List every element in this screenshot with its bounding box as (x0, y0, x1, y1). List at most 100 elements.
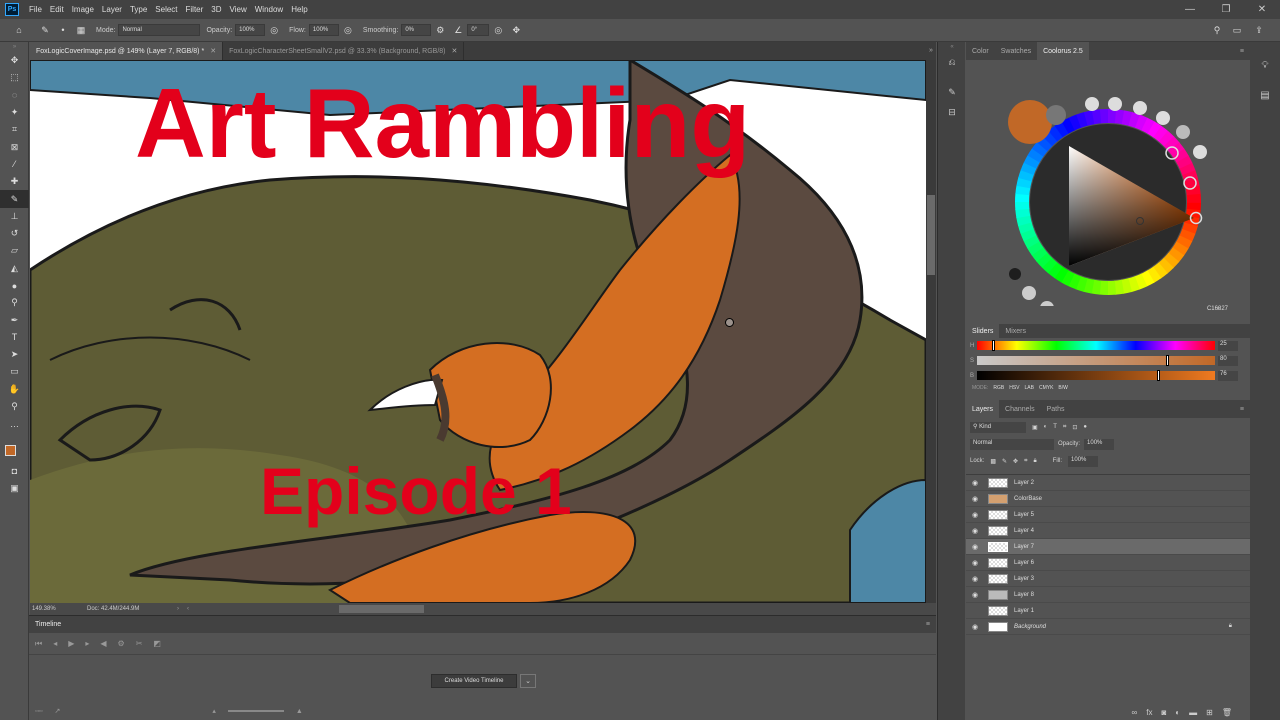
shape-filter-icon[interactable]: ⌗ (1063, 424, 1066, 431)
zoom-in-icon[interactable]: ▲ (296, 708, 303, 715)
saturation-slider[interactable] (977, 355, 1215, 366)
eye-icon[interactable]: ◉ (966, 479, 984, 487)
pressure-opacity-icon[interactable]: ◎ (267, 23, 281, 37)
lock-icon[interactable]: 🔒︎ (1229, 623, 1232, 630)
adjustment-layer-icon[interactable]: ◐ (1175, 708, 1180, 717)
convert-frames-icon[interactable]: ▫▫▫ (35, 708, 42, 715)
zoom-out-icon[interactable]: ▴ (212, 707, 216, 715)
mode-lab[interactable]: LAB (1025, 385, 1034, 391)
document-canvas[interactable]: Art Rambling Episode 1 (30, 60, 926, 603)
brush-settings-icon[interactable]: ▦ (74, 23, 88, 37)
workspace-icon[interactable]: ▭ (1230, 23, 1244, 37)
history-brush-tool-icon[interactable]: ↺ (0, 225, 29, 242)
first-frame-icon[interactable]: ⏮ (35, 639, 42, 649)
layer-row[interactable]: ◉ Background 🔒︎ (966, 619, 1250, 635)
clone-stamp-tool-icon[interactable]: ⊥ (0, 208, 29, 225)
layer-name[interactable]: Layer 8 (1014, 592, 1034, 598)
hue-value[interactable]: 25 (1218, 340, 1238, 351)
filter-toggle-icon[interactable]: ● (1083, 424, 1087, 430)
lock-pixels-icon[interactable]: ✎ (1002, 458, 1007, 465)
brush-tool-icon[interactable]: ✎ (0, 190, 29, 208)
frame-tool-icon[interactable]: ⊠ (0, 138, 29, 155)
split-icon[interactable]: ✂ (136, 639, 143, 648)
tab-layers[interactable]: Layers (966, 400, 1000, 418)
tab-coolorus[interactable]: Coolorus 2.5 (1037, 42, 1089, 60)
eye-icon[interactable]: ◉ (966, 559, 984, 567)
tab-timeline[interactable]: Timeline (35, 621, 61, 628)
eyedropper-icon[interactable]: ● (1216, 306, 1220, 312)
horizontal-scroll-thumb[interactable] (339, 605, 424, 613)
tab-swatches[interactable]: Swatches (995, 42, 1037, 60)
menu-image[interactable]: Image (68, 5, 98, 14)
search-icon[interactable]: ⚲ (1210, 23, 1224, 37)
eyedropper-tool-icon[interactable]: ⁄ (0, 156, 29, 173)
layer-row[interactable]: ◉ Layer 5 (966, 507, 1250, 523)
opacity-field[interactable]: 100% (235, 24, 266, 36)
tab-channels[interactable]: Channels (999, 400, 1041, 418)
eye-icon[interactable]: ◉ (966, 591, 984, 599)
flow-field[interactable]: 100% (308, 24, 339, 36)
paint-bucket-tool-icon[interactable]: ◭ (0, 260, 29, 277)
eye-icon[interactable]: ◉ (966, 623, 984, 631)
learn-icon[interactable]: 💡︎ (1250, 50, 1280, 80)
adjustments-icon[interactable]: ⊟ (938, 102, 966, 122)
mode-rgb[interactable]: RGB (993, 385, 1004, 391)
lock-artboard-icon[interactable]: ⌗ (1024, 458, 1027, 465)
tab-overflow-icon[interactable]: » (926, 42, 936, 60)
layer-name[interactable]: Layer 2 (1014, 480, 1034, 486)
eye-icon[interactable]: ◉ (966, 543, 984, 551)
menu-window[interactable]: Window (251, 5, 287, 14)
audio-icon[interactable]: ◀ (100, 639, 106, 648)
settings-icon[interactable]: ⚙ (118, 639, 125, 648)
rectangle-tool-icon[interactable]: ▭ (0, 363, 29, 380)
menu-type[interactable]: Type (126, 5, 151, 14)
angle-field[interactable]: 0° (467, 24, 490, 36)
layer-row[interactable]: ◉ Layer 4 (966, 523, 1250, 539)
history-icon[interactable]: ⎌ (938, 52, 966, 72)
layer-name[interactable]: Layer 6 (1014, 560, 1034, 566)
mode-cmyk[interactable]: CMYK (1039, 385, 1053, 391)
status-menu-icon[interactable]: › (177, 606, 179, 612)
mode-bw[interactable]: B/W (1058, 385, 1067, 391)
transition-icon[interactable]: ◩ (153, 639, 161, 648)
layer-name[interactable]: ColorBase (1014, 496, 1042, 502)
pixel-filter-icon[interactable]: ▣ (1032, 424, 1038, 431)
layer-name[interactable]: Layer 3 (1014, 576, 1034, 582)
layer-name[interactable]: Background (1014, 624, 1046, 630)
layer-row[interactable]: ◉ Layer 8 (966, 587, 1250, 603)
group-icon[interactable]: ▬ (1189, 708, 1197, 717)
close-icon[interactable]: ✕ (210, 47, 216, 55)
zoom-tool-icon[interactable]: ⚲ (0, 398, 29, 415)
layer-row[interactable]: ◉ Layer 3 (966, 571, 1250, 587)
next-frame-icon[interactable]: ▸ (85, 639, 89, 648)
dodge-tool-icon[interactable]: ● (0, 277, 29, 294)
hue-slider[interactable] (977, 340, 1215, 351)
link-layers-icon[interactable]: ∞ (1132, 708, 1138, 717)
menu-view[interactable]: View (226, 5, 251, 14)
layer-row[interactable]: ◉ Layer 2 (966, 475, 1250, 491)
quick-mask-icon[interactable]: ◘ (0, 463, 29, 480)
blend-mode-select[interactable]: Normal (970, 438, 1054, 450)
add-mask-icon[interactable]: ◙ (1161, 708, 1166, 717)
kind-filter-select[interactable]: ⚲ Kind (970, 421, 1026, 433)
layer-name[interactable]: Layer 5 (1014, 512, 1034, 518)
foreground-color-icon[interactable] (5, 444, 16, 456)
eye-hidden-icon[interactable]: ◉ (966, 607, 984, 615)
menu-file[interactable]: File (25, 5, 46, 14)
tab-paths[interactable]: Paths (1041, 400, 1071, 418)
layer-fill-field[interactable]: 100% (1068, 455, 1099, 467)
eye-icon[interactable]: ◉ (966, 511, 984, 519)
color-wheel[interactable] (966, 60, 1250, 306)
share-icon[interactable]: ⇪ (1252, 23, 1266, 37)
magic-wand-tool-icon[interactable]: ✦ (0, 104, 29, 121)
saturation-value[interactable]: 80 (1218, 355, 1238, 366)
chevron-down-icon[interactable]: ⌄ (520, 674, 536, 688)
layer-row-selected[interactable]: ◉ Layer 7 (966, 539, 1250, 555)
lock-position-icon[interactable]: ✥ (1013, 458, 1018, 465)
eraser-tool-icon[interactable]: ▱ (0, 242, 29, 259)
layer-row[interactable]: ◉ Layer 1 (966, 603, 1250, 619)
brush-preset-icon[interactable]: • (56, 23, 70, 37)
panel-menu-icon[interactable]: ≡ (1234, 400, 1250, 418)
layer-name[interactable]: Layer 7 (1014, 544, 1034, 550)
delete-layer-icon[interactable]: 🗑︎ (1222, 708, 1232, 717)
